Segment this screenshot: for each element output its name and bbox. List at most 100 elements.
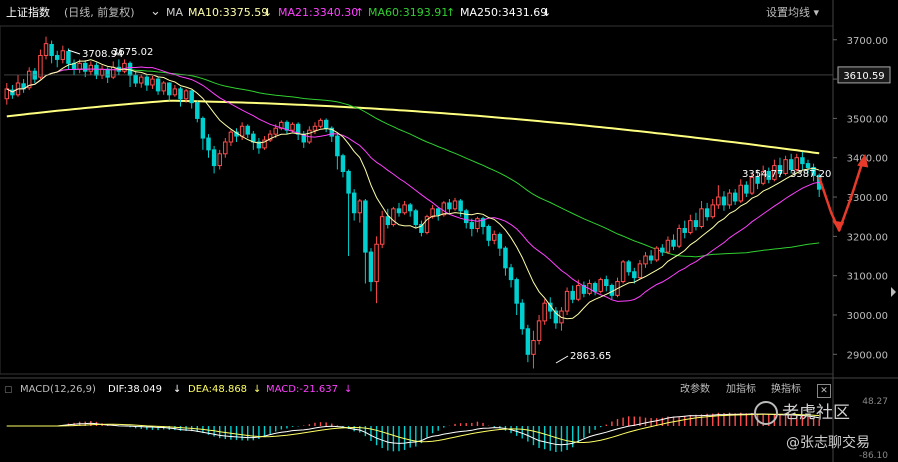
candle-down	[385, 216, 391, 226]
candle-down	[486, 226, 491, 241]
y-tick-label: 3200.00	[847, 232, 888, 243]
candle-down	[570, 290, 575, 300]
candle-up	[391, 208, 396, 226]
candle-down	[49, 43, 54, 56]
candle-down	[396, 208, 402, 214]
candle-down	[721, 196, 727, 206]
candle-down	[805, 163, 811, 169]
candle-down	[626, 261, 631, 273]
candle-down	[648, 255, 654, 261]
candle-up	[716, 196, 721, 206]
candle-down	[660, 247, 665, 253]
macd-arrow-icon: ↓	[344, 384, 353, 395]
candle-down	[245, 125, 250, 135]
dif-arrow-icon: ↓	[173, 384, 182, 395]
change-params-button[interactable]: 改参数	[680, 380, 710, 400]
candle-up	[738, 184, 743, 202]
candle-up	[111, 66, 116, 78]
candle-down	[682, 227, 687, 233]
candle-up	[239, 125, 245, 137]
candle-down	[458, 200, 463, 212]
candle-down	[744, 184, 749, 194]
candle-up	[172, 88, 178, 96]
candle-up	[379, 216, 385, 245]
candle-up	[139, 76, 144, 84]
candle-down	[693, 220, 699, 228]
candle-up	[374, 243, 379, 283]
candle-down	[155, 78, 161, 92]
candle-up	[542, 302, 547, 322]
candle-down	[167, 82, 172, 96]
candle-up	[161, 82, 166, 92]
candle-down	[463, 210, 469, 224]
candle-down	[503, 247, 508, 269]
candle-up	[38, 54, 43, 78]
ma10-value: MA10:3375.59	[188, 6, 269, 19]
ma250-value: MA250:3431.69	[460, 6, 548, 19]
y-tick-label: 3100.00	[847, 272, 888, 283]
low-label: 2863.65	[570, 351, 611, 362]
candle-up	[710, 204, 715, 218]
macd-value: MACD:-21.637	[266, 384, 338, 395]
candle-down	[105, 68, 110, 78]
candle-up	[273, 127, 278, 135]
candle-up	[217, 153, 222, 167]
candle-up	[357, 200, 363, 214]
candle-up	[122, 62, 127, 72]
candle-down	[447, 202, 452, 210]
y-tick-label: 2900.00	[847, 350, 888, 361]
candle-down	[200, 117, 206, 139]
add-indicator-button[interactable]: 加指标	[726, 380, 756, 400]
ma-prefix: MA	[166, 6, 184, 19]
ma250-arrow-icon: ↓	[542, 6, 552, 19]
candle-up	[223, 141, 228, 155]
candle-up	[183, 90, 189, 100]
candle-down	[592, 283, 598, 292]
candle-down	[351, 192, 357, 214]
candle-down	[704, 208, 710, 218]
dea-value: DEA:48.868	[188, 384, 248, 395]
candle-down	[514, 279, 519, 304]
chevron-down-icon[interactable]: ⌄	[150, 0, 161, 25]
ma-settings-button[interactable]: 设置均线 ▾	[766, 0, 819, 26]
candle-down	[346, 170, 351, 194]
candle-down	[211, 149, 217, 167]
candle-up	[492, 233, 497, 241]
tiger-logo-icon	[754, 401, 778, 425]
switch-indicator-button[interactable]: 换指标	[771, 380, 801, 400]
candle-down	[407, 204, 413, 212]
candle-down	[525, 328, 531, 355]
candle-up	[727, 192, 732, 206]
ma21-value: MA21:3340.30	[278, 6, 359, 19]
watermark-brand-text: 老虎社区	[782, 403, 850, 423]
candle-down	[497, 233, 503, 249]
candle-down	[206, 137, 211, 151]
candle-up	[564, 290, 570, 312]
candle-down	[83, 62, 88, 72]
candle-up	[99, 68, 105, 76]
candle-down	[413, 210, 419, 226]
candle-up	[794, 157, 800, 171]
candle-up	[620, 261, 626, 283]
candle-up	[77, 62, 82, 70]
candle-down	[54, 54, 60, 60]
candle-down	[671, 239, 676, 247]
candle-up	[688, 220, 693, 233]
y-tick-label: 3500.00	[847, 114, 888, 125]
candle-up	[290, 123, 295, 131]
candle-up	[531, 340, 536, 355]
candle-up	[312, 125, 318, 131]
ma10-arrow-icon: ↓	[263, 6, 273, 19]
candle-up	[228, 131, 234, 143]
macd-axis-bottom: -86.10	[859, 451, 888, 461]
candle-up	[441, 202, 447, 216]
ma21-arrow-icon: ↑	[355, 6, 365, 19]
candle-up	[637, 263, 643, 279]
candle-down	[508, 267, 514, 281]
close-icon[interactable]: ✕	[817, 384, 831, 398]
candle-up	[654, 247, 659, 261]
high-label: 3708.94	[82, 49, 123, 60]
candle-up	[783, 159, 788, 174]
candle-down	[435, 208, 441, 216]
candle-down	[520, 302, 525, 330]
